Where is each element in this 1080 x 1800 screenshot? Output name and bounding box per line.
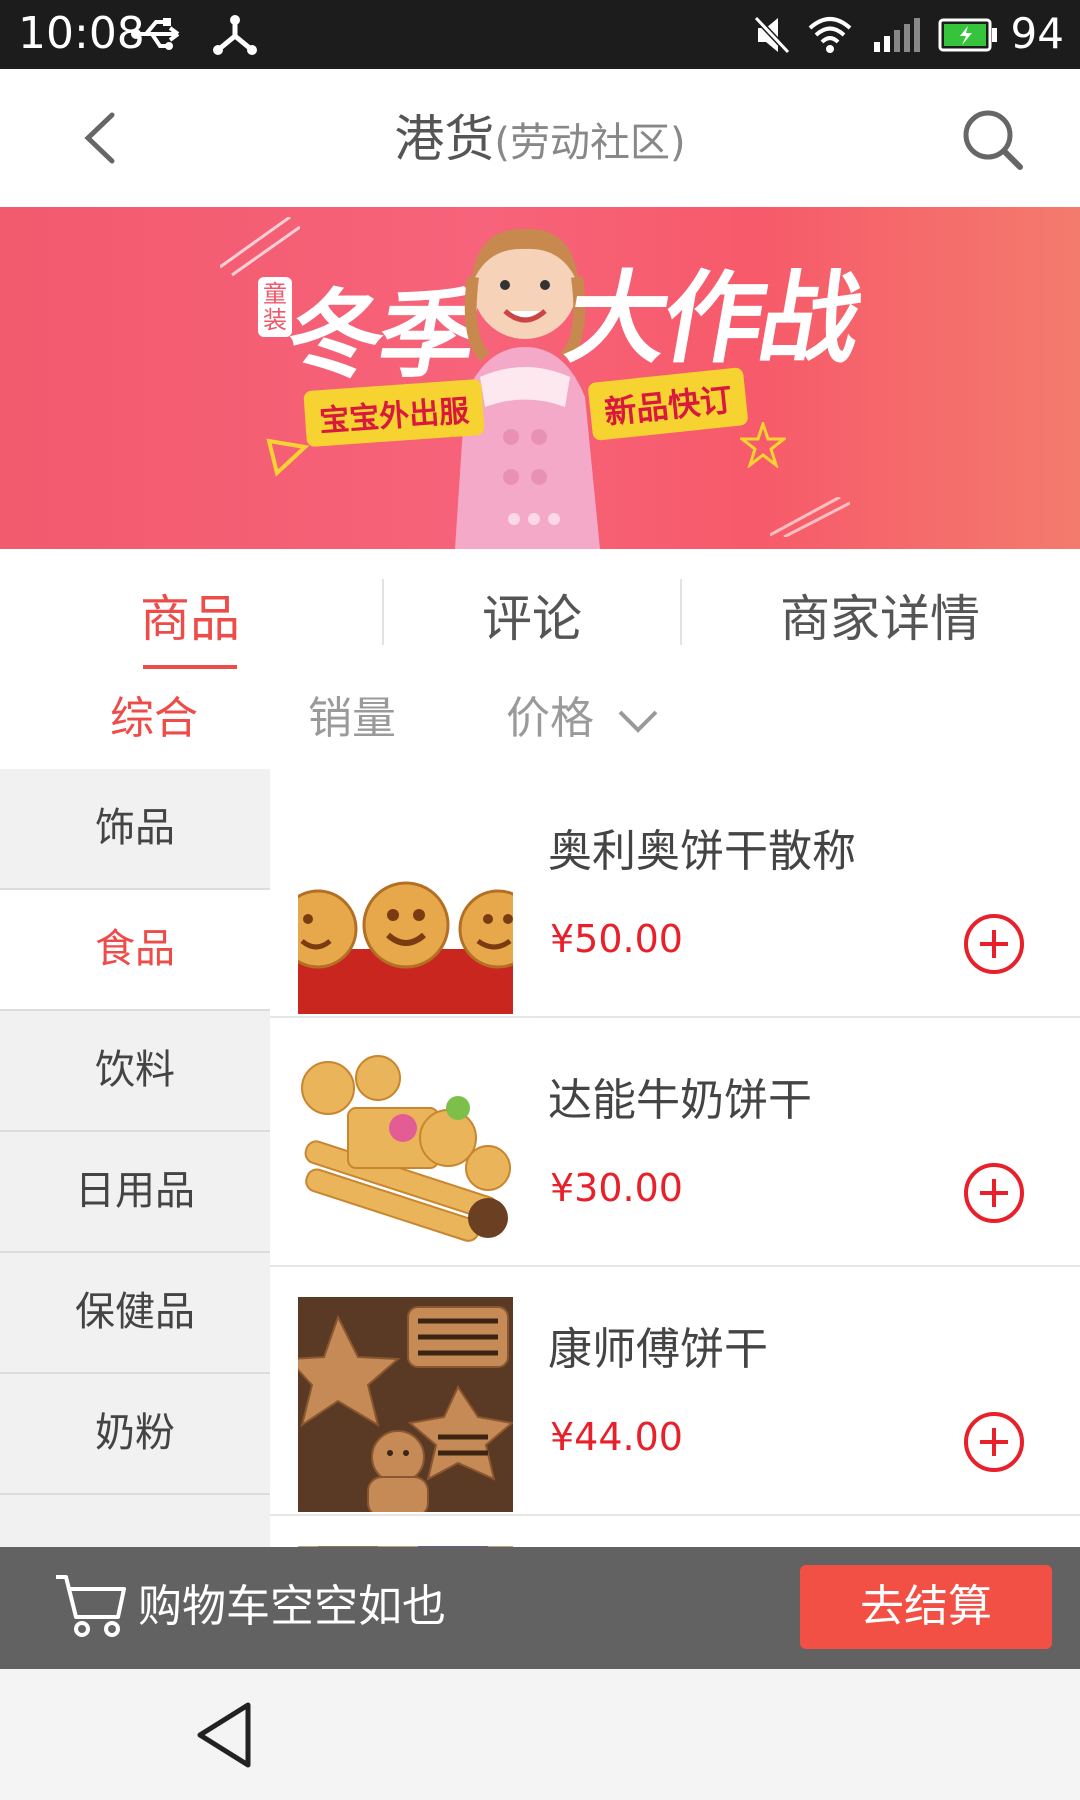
category-more[interactable] [0, 1495, 270, 1547]
system-nav-bar [0, 1669, 1080, 1800]
nav-back-icon[interactable] [192, 1699, 258, 1771]
assorted-biscuits-image [298, 1048, 513, 1263]
gingerbread-cookies-image [298, 1297, 513, 1512]
store-name: 港货 [394, 110, 495, 168]
banner-dot[interactable] [548, 513, 560, 525]
product-price: ¥44.00 [550, 1415, 683, 1459]
store-location: (劳动社区) [494, 120, 686, 166]
checkout-button[interactable]: 去结算 [800, 1565, 1052, 1649]
tab-store-details[interactable]: 商家详情 [760, 589, 1000, 649]
product-price: ¥30.00 [550, 1166, 683, 1210]
category-drinks[interactable]: 饮料 [0, 1011, 270, 1132]
sort-bar: 综合 销量 价格 [0, 679, 1080, 769]
category-milk-powder[interactable]: 奶粉 [0, 1374, 270, 1495]
product-item[interactable] [270, 1516, 1080, 1547]
category-health[interactable]: 保健品 [0, 1253, 270, 1374]
tab-divider [382, 579, 384, 645]
tab-reviews[interactable]: 评论 [452, 589, 612, 649]
wifi-icon [808, 17, 852, 53]
category-accessories[interactable]: 饰品 [0, 769, 270, 890]
product-item[interactable]: 奥利奥饼干散称 ¥50.00 [270, 769, 1080, 1018]
decor-lines [220, 217, 300, 277]
status-bar: 10:08 94 [0, 0, 1080, 69]
sort-comprehensive[interactable]: 综合 [110, 689, 198, 749]
cart-icon[interactable] [52, 1569, 128, 1641]
category-sidebar: 饰品 食品 饮料 日用品 保健品 奶粉 [0, 769, 270, 1547]
signal-icon [874, 18, 920, 52]
sort-price[interactable]: 价格 [506, 689, 660, 749]
debug-icon [213, 15, 257, 55]
product-name: 达能牛奶饼干 [548, 1075, 812, 1126]
add-to-cart-icon[interactable] [962, 1161, 1026, 1225]
add-to-cart-icon[interactable] [962, 912, 1026, 976]
banner-dot[interactable] [528, 513, 540, 525]
battery-icon [938, 18, 997, 52]
app-header: 港货(劳动社区) [0, 69, 1080, 207]
status-time: 10:08 [18, 8, 145, 59]
product-list: 奥利奥饼干散称 ¥50.00 达能牛奶饼干 ¥30.00 康师傅饼干 ¥44.0… [270, 769, 1080, 1547]
battery-percent: 94 [1010, 9, 1064, 58]
product-name: 奥利奥饼干散称 [548, 826, 856, 877]
active-tab-indicator [143, 665, 237, 669]
search-icon[interactable] [958, 105, 1028, 175]
promo-banner[interactable]: 童装 冬季 大作战 宝宝外出服 新品快订 [0, 207, 1080, 549]
tab-divider [680, 579, 682, 645]
triangle-decor-icon [266, 438, 309, 477]
banner-dot[interactable] [508, 513, 520, 525]
tab-bar: 商品 评论 商家详情 [0, 549, 1080, 679]
tab-products[interactable]: 商品 [110, 589, 270, 649]
smiley-cookies-image [298, 799, 513, 1014]
add-to-cart-icon[interactable] [962, 1410, 1026, 1474]
product-item[interactable]: 达能牛奶饼干 ¥30.00 [270, 1018, 1080, 1267]
page-title: 港货(劳动社区) [0, 109, 1080, 173]
usb-icon [131, 18, 180, 50]
star-decor-icon [740, 422, 786, 468]
banner-headline-2: 大作战 [558, 260, 867, 377]
decor-lines-right [770, 497, 850, 537]
category-daily-goods[interactable]: 日用品 [0, 1132, 270, 1253]
product-name: 康师傅饼干 [548, 1324, 768, 1375]
mute-icon [753, 15, 791, 55]
cart-empty-text: 购物车空空如也 [138, 1581, 446, 1632]
sort-sales[interactable]: 销量 [308, 689, 396, 749]
cart-bar: 购物车空空如也 去结算 [0, 1547, 1080, 1669]
sort-price-label: 价格 [506, 693, 594, 744]
chevron-down-icon [618, 710, 658, 733]
category-food[interactable]: 食品 [0, 890, 270, 1011]
banner-badge: 童装 [258, 277, 292, 337]
product-price: ¥50.00 [550, 917, 683, 961]
product-item[interactable]: 康师傅饼干 ¥44.00 [270, 1267, 1080, 1516]
